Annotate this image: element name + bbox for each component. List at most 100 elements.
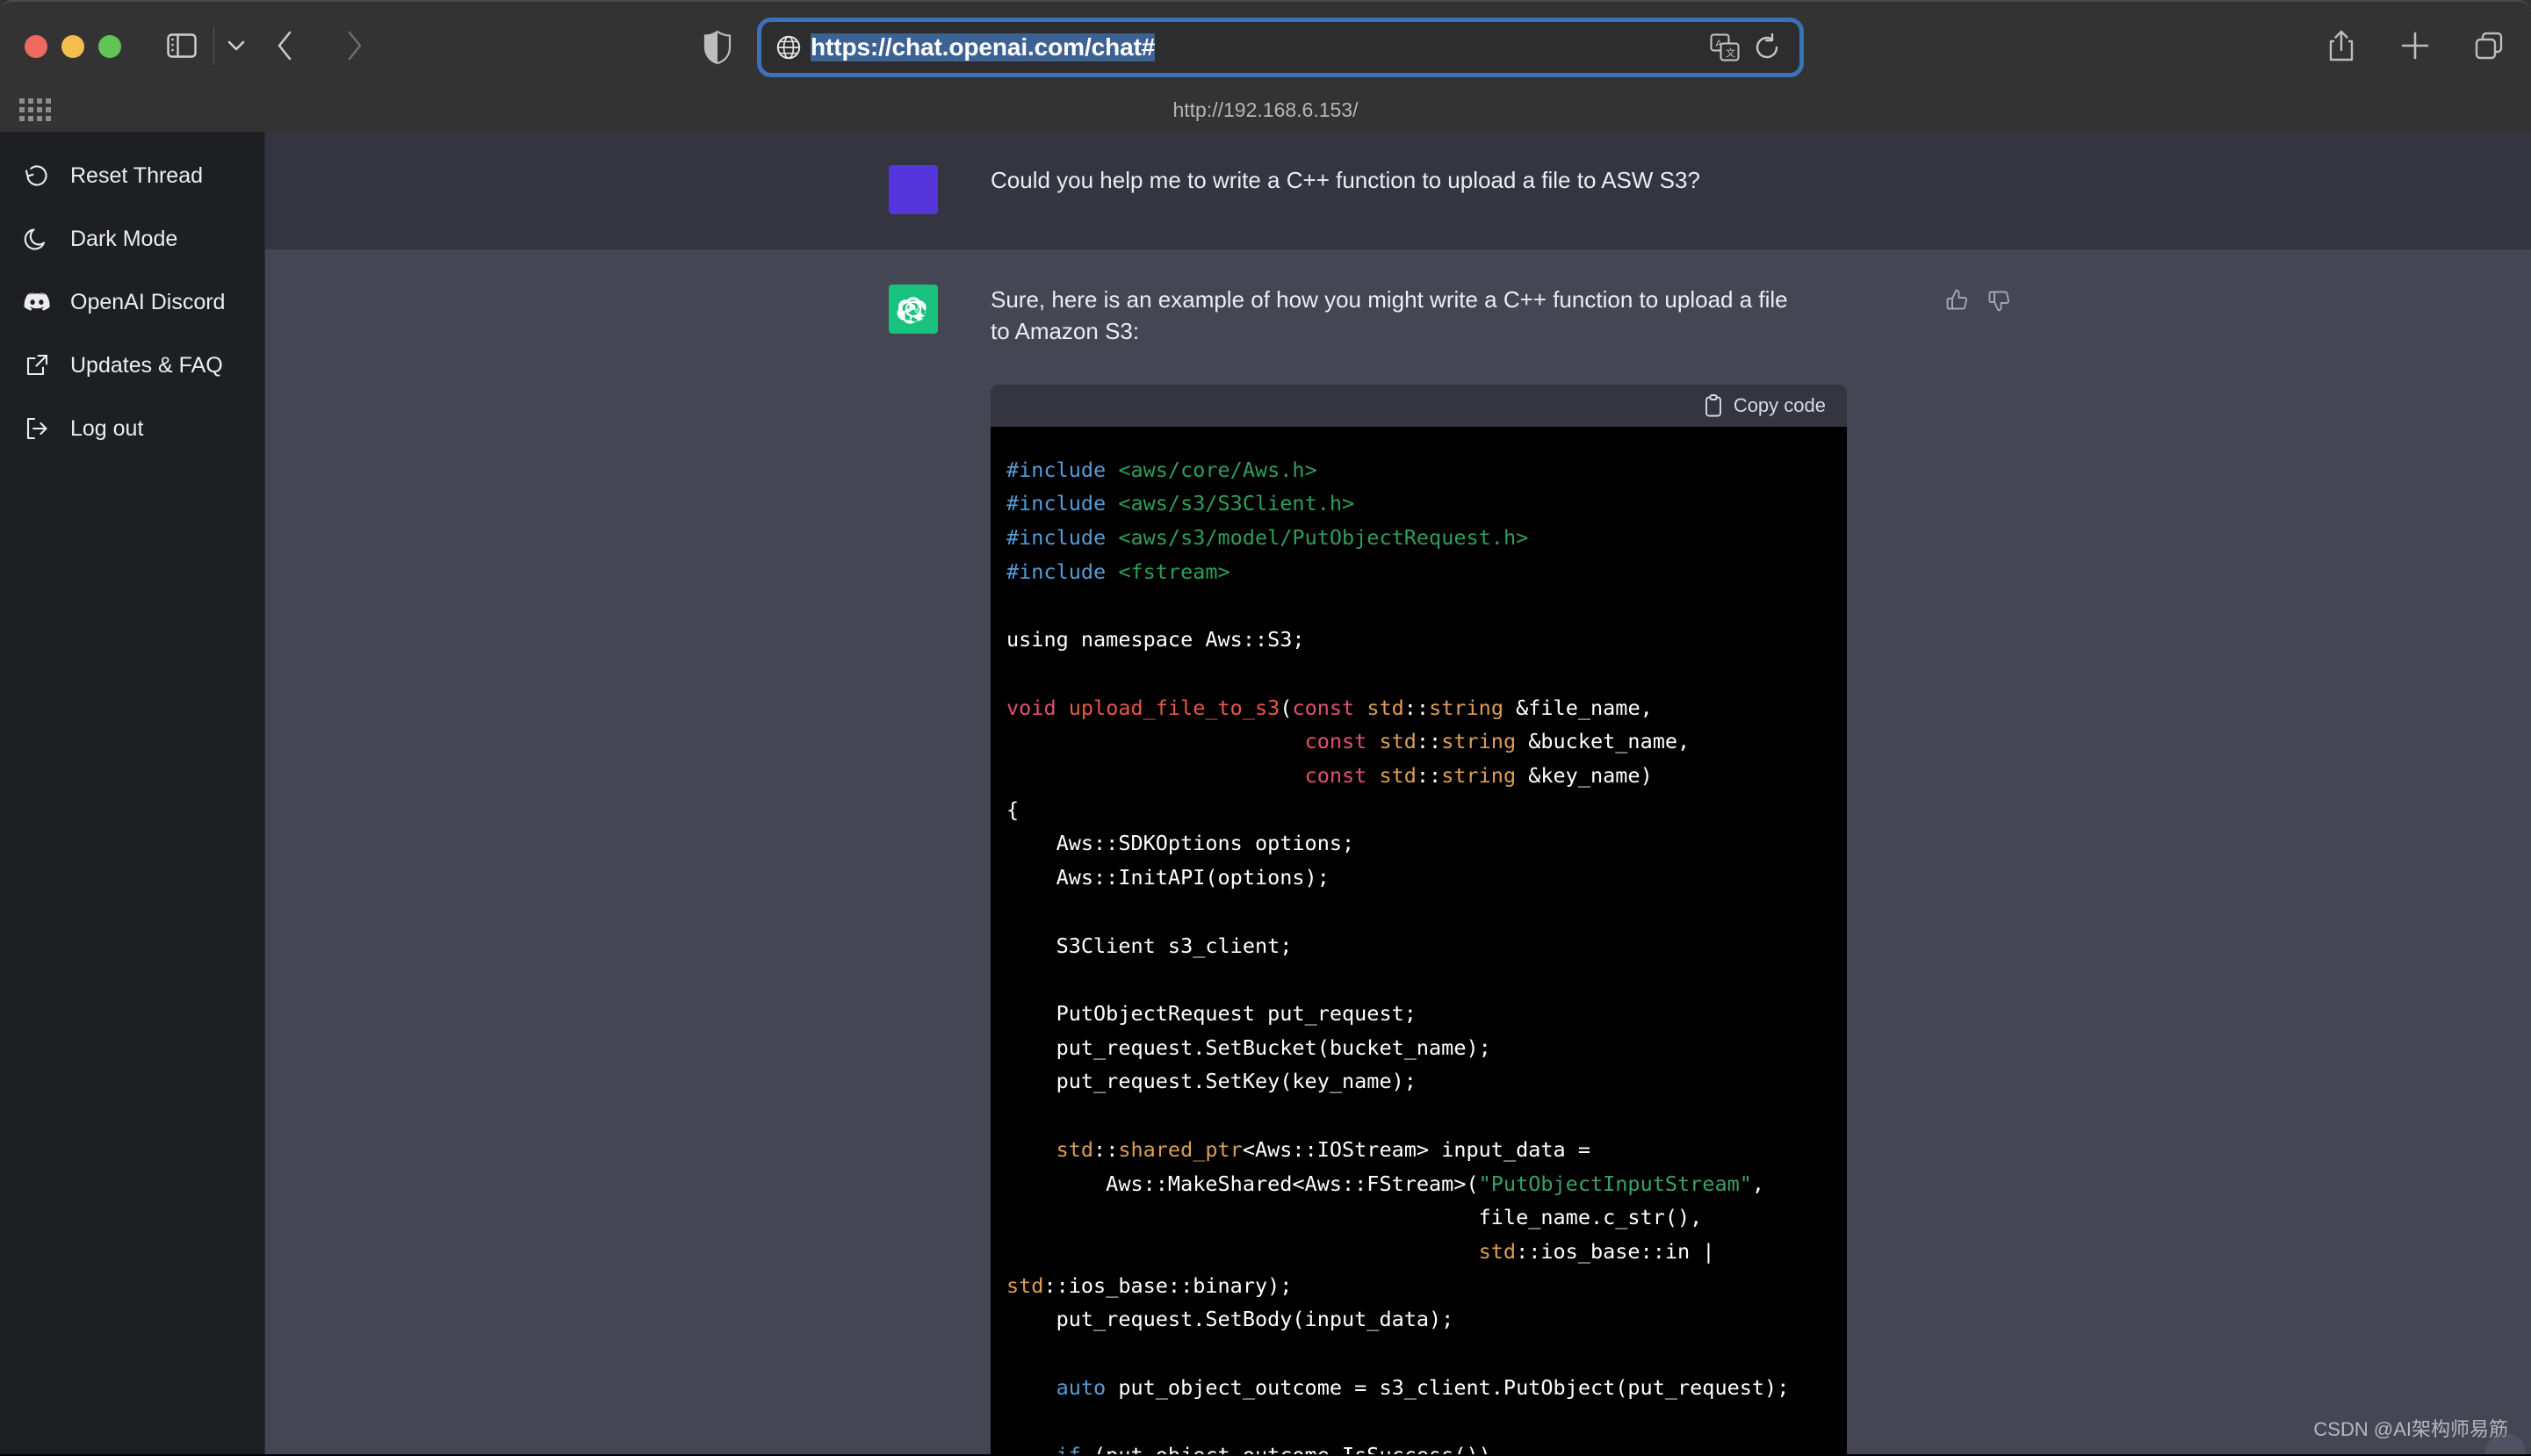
browser-toolbar: https://chat.openai.com/chat# A 文 xyxy=(0,0,2531,91)
code-token: const xyxy=(1304,729,1380,754)
reload-icon[interactable] xyxy=(1754,33,1780,61)
external-link-icon xyxy=(23,351,51,379)
sidebar-dropdown-button[interactable] xyxy=(221,26,251,65)
sidebar-icon xyxy=(167,33,197,58)
assistant-message-text: Sure, here is an example of how you migh… xyxy=(991,286,1788,344)
code-token: #include xyxy=(1006,525,1119,551)
reset-icon xyxy=(23,162,51,190)
avatar xyxy=(889,165,938,214)
app-sidebar: Reset Thread Dark Mode OpenAI Discord Up… xyxy=(0,132,265,1454)
code-line: S3Client s3_client; xyxy=(1006,929,1847,963)
code-token: std xyxy=(1379,729,1417,754)
code-line: put_request.SetKey(key_name); xyxy=(1006,1064,1847,1099)
code-token: S3Client s3_client; xyxy=(1006,933,1293,958)
privacy-shield-button[interactable] xyxy=(703,30,732,65)
share-button[interactable] xyxy=(2322,25,2361,67)
code-token: std xyxy=(1478,1238,1517,1264)
sidebar-item-label: Reset Thread xyxy=(70,162,204,188)
code-line: file_name.c_str(), xyxy=(1006,1200,1847,1235)
sidebar-item-openai-discord[interactable]: OpenAI Discord xyxy=(0,270,264,334)
globe-icon xyxy=(776,35,801,60)
code-token: string xyxy=(1441,729,1517,754)
thumbs-up-icon[interactable] xyxy=(1944,287,1971,314)
back-button[interactable] xyxy=(263,25,306,67)
code-line: std::shared_ptr<Aws::IOStream> input_dat… xyxy=(1006,1133,1847,1167)
code-line: void upload_file_to_s3(const std::string… xyxy=(1006,691,1847,725)
zoom-window-button[interactable] xyxy=(98,35,121,58)
sidebar-item-updates-faq[interactable]: Updates & FAQ xyxy=(0,334,264,397)
thumbs-down-icon[interactable] xyxy=(1987,287,2013,314)
sidebar-item-label: Updates & FAQ xyxy=(70,352,223,378)
code-token: auto xyxy=(1056,1374,1107,1400)
tab-overview-button[interactable] xyxy=(2470,25,2508,67)
sidebar-item-label: Dark Mode xyxy=(70,226,178,251)
moon-icon xyxy=(23,225,51,253)
code-token: PutObjectRequest put_request; xyxy=(1006,1001,1417,1026)
window-traffic-lights xyxy=(25,35,121,58)
sidebar-item-log-out[interactable]: Log out xyxy=(0,397,264,460)
code-token: ::ios_base::binary); xyxy=(1043,1272,1293,1298)
code-token: &file_name, xyxy=(1503,695,1653,720)
code-line: #include <aws/s3/S3Client.h> xyxy=(1006,487,1847,521)
code-token: :: xyxy=(1416,729,1442,754)
chevron-down-icon xyxy=(227,40,245,50)
code-token: <fstream> xyxy=(1118,559,1230,584)
code-block-content[interactable]: #include <aws/core/Aws.h> #include <aws/s… xyxy=(991,426,1847,1454)
code-line: std::ios_base::binary); xyxy=(1006,1269,1847,1303)
avatar xyxy=(889,285,938,334)
translate-icon[interactable]: A 文 xyxy=(1710,33,1740,61)
code-line: if (put_object_outcome.IsSuccess()) xyxy=(1006,1438,1847,1454)
code-token: using namespace Aws::S3; xyxy=(1006,627,1305,652)
code-token: :: xyxy=(1093,1136,1119,1162)
forward-button[interactable] xyxy=(334,25,376,67)
code-token: #include xyxy=(1006,491,1119,516)
code-token: std xyxy=(1006,1272,1044,1298)
message-feedback xyxy=(1944,287,2013,314)
code-token: Aws::InitAPI(options); xyxy=(1006,865,1330,890)
code-line: #include <aws/s3/model/PutObjectRequest.… xyxy=(1006,521,1847,555)
code-block: Copy code #include <aws/core/Aws.h> #incl… xyxy=(991,384,1847,1454)
code-line: auto put_object_outcome = s3_client.PutO… xyxy=(1006,1371,1847,1405)
code-token: <aws/core/Aws.h> xyxy=(1118,457,1317,482)
address-bar-text[interactable]: https://chat.openai.com/chat# xyxy=(811,33,1710,61)
close-window-button[interactable] xyxy=(25,35,47,58)
address-bar-value[interactable]: https://chat.openai.com/chat# xyxy=(811,33,1155,61)
conversation-thread: Could you help me to write a C++ functio… xyxy=(265,132,2531,1454)
minimize-window-button[interactable] xyxy=(61,35,84,58)
code-line: using namespace Aws::S3; xyxy=(1006,623,1847,657)
browser-window: https://chat.openai.com/chat# A 文 http:/… xyxy=(0,0,2531,1456)
code-token: upload_file_to_s3 xyxy=(1068,695,1280,720)
code-token: ( xyxy=(1280,695,1293,720)
sidebar-item-label: Log out xyxy=(70,415,144,441)
copy-code-button[interactable]: Copy code xyxy=(1734,394,1826,417)
code-token: put_request.SetBody(input_data); xyxy=(1006,1307,1454,1332)
code-token: { xyxy=(1006,796,1020,822)
message-row-assistant: Sure, here is an example of how you migh… xyxy=(265,249,2531,1454)
code-line: std::ios_base::in | xyxy=(1006,1235,1847,1269)
new-tab-button[interactable] xyxy=(2396,25,2434,67)
code-line: put_request.SetBody(input_data); xyxy=(1006,1302,1847,1337)
clipboard-icon xyxy=(1705,393,1721,417)
code-token: <Aws::IOStream> input_data = xyxy=(1242,1136,1590,1162)
sidebar-item-dark-mode[interactable]: Dark Mode xyxy=(0,207,264,270)
code-token: (put_object_outcome.IsSuccess()) xyxy=(1081,1443,1491,1454)
code-token: ::ios_base::in | xyxy=(1516,1238,1715,1264)
openai-logo-icon xyxy=(897,297,927,324)
code-token: put_object_outcome = s3_client.PutObject… xyxy=(1106,1374,1790,1400)
code-token: if xyxy=(1056,1443,1081,1454)
code-line: #include <aws/core/Aws.h> xyxy=(1006,453,1847,487)
code-line: #include <fstream> xyxy=(1006,555,1847,589)
sidebar-item-reset-thread[interactable]: Reset Thread xyxy=(0,144,264,207)
plus-icon xyxy=(2401,32,2429,60)
address-bar[interactable]: https://chat.openai.com/chat# A 文 xyxy=(757,18,1804,77)
discord-icon xyxy=(23,288,51,316)
code-token: :: xyxy=(1403,695,1430,720)
sidebar-toggle-button[interactable] xyxy=(161,26,203,65)
code-line: Aws::MakeShared<Aws::FStream>("PutObject… xyxy=(1006,1167,1847,1201)
